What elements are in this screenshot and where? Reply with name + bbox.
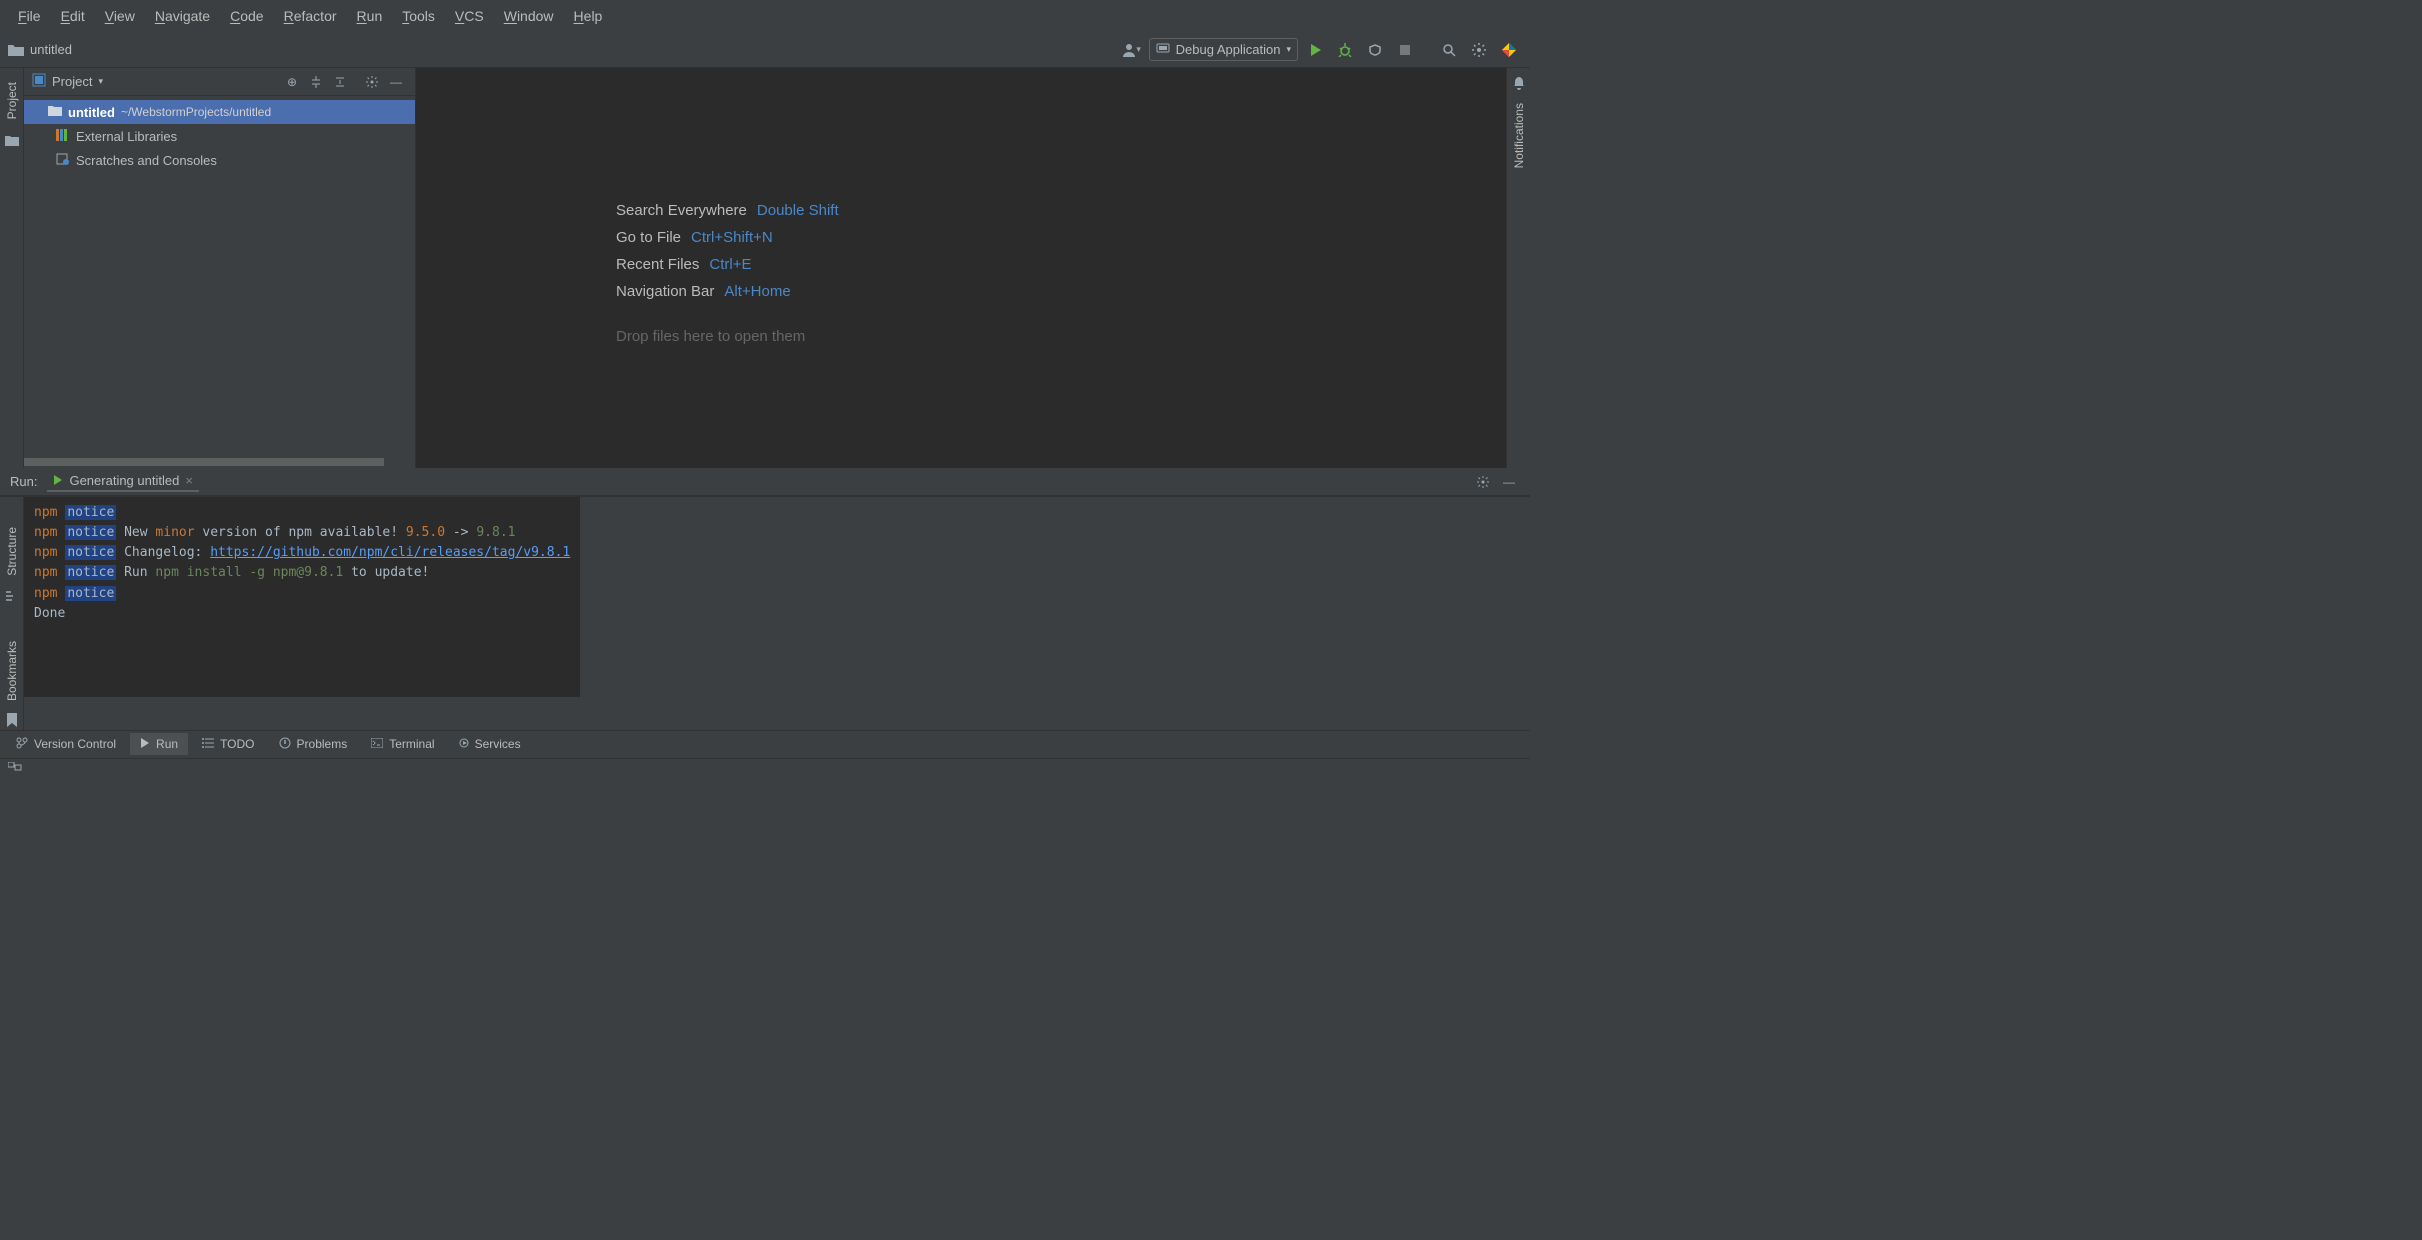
bookmarks-tool-tab[interactable]: Bookmarks <box>3 635 21 707</box>
list-icon <box>202 737 214 751</box>
run-left-rail: Structure Bookmarks <box>0 497 24 730</box>
ext-libs-label: External Libraries <box>76 129 177 144</box>
console-line: npm notice <box>34 584 570 604</box>
bottom-tool-tabs: Version ControlRunTODOProblemsTerminalSe… <box>0 730 1530 758</box>
bottom-tab-services[interactable]: Services <box>449 733 531 755</box>
libraries-icon <box>56 129 70 144</box>
scratches-label: Scratches and Consoles <box>76 153 217 168</box>
menu-refactor[interactable]: Refactor <box>274 4 347 28</box>
run-config-label: Debug Application <box>1176 42 1281 57</box>
run-button[interactable] <box>1302 37 1328 63</box>
external-libraries-node[interactable]: External Libraries <box>24 124 415 148</box>
term-icon <box>371 737 383 751</box>
close-icon[interactable]: × <box>185 473 193 488</box>
collapse-all-icon[interactable] <box>329 71 351 93</box>
windows-icon[interactable] <box>8 762 22 777</box>
right-tool-rail: Notifications <box>1506 68 1530 468</box>
debug-config-icon <box>1156 41 1170 58</box>
menu-edit[interactable]: Edit <box>51 4 95 28</box>
editor-empty-state: Search EverywhereDouble Shift Go to FileC… <box>416 68 1506 468</box>
editor-tip: Search EverywhereDouble Shift <box>616 202 839 219</box>
bottom-tab-run[interactable]: Run <box>130 733 188 755</box>
menubar: FileEditViewNavigateCodeRefactorRunTools… <box>0 0 1530 32</box>
status-bar <box>0 758 1530 780</box>
chevron-down-icon: ▾ <box>1136 44 1141 55</box>
gear-icon[interactable] <box>1472 471 1494 493</box>
svc-icon <box>459 737 469 751</box>
menu-code[interactable]: Code <box>220 4 273 28</box>
expand-all-icon[interactable] <box>305 71 327 93</box>
run-tab[interactable]: Generating untitled × <box>47 471 198 492</box>
debug-button[interactable] <box>1332 37 1358 63</box>
navbar: untitled ▾ Debug Application ▾ <box>0 32 1530 68</box>
bell-icon[interactable] <box>1512 76 1526 93</box>
run-panel-header: Run: Generating untitled × — <box>0 468 1530 496</box>
drop-hint: Drop files here to open them <box>616 328 805 345</box>
chevron-down-icon: ▾ <box>1286 44 1291 55</box>
menu-tools[interactable]: Tools <box>392 4 445 28</box>
bottom-tab-problems[interactable]: Problems <box>269 733 358 756</box>
menu-file[interactable]: File <box>8 4 51 28</box>
console-line: npm notice Run npm install -g npm@9.8.1 … <box>34 563 570 583</box>
menu-vcs[interactable]: VCS <box>445 4 494 28</box>
bookmark-icon <box>7 713 17 730</box>
root-name: untitled <box>68 105 115 120</box>
hide-icon[interactable]: — <box>1498 471 1520 493</box>
run-tab-name: Generating untitled <box>69 473 179 488</box>
settings-icon[interactable] <box>1466 37 1492 63</box>
run-coverage-button[interactable] <box>1362 37 1388 63</box>
play-icon <box>140 737 150 751</box>
hide-icon[interactable]: — <box>385 71 407 93</box>
menu-help[interactable]: Help <box>564 4 613 28</box>
scratches-icon <box>56 153 70 168</box>
left-tool-rail: Project <box>0 68 24 468</box>
console-line: Done <box>34 604 570 624</box>
scratches-node[interactable]: Scratches and Consoles <box>24 148 415 172</box>
menu-window[interactable]: Window <box>494 4 564 28</box>
branch-icon <box>16 737 28 752</box>
project-name: untitled <box>30 42 72 57</box>
horizontal-scrollbar[interactable] <box>24 458 415 468</box>
editor-tip: Go to FileCtrl+Shift+N <box>616 229 839 246</box>
gear-icon[interactable] <box>361 71 383 93</box>
bottom-tab-version-control[interactable]: Version Control <box>6 733 126 756</box>
user-icon[interactable]: ▾ <box>1119 37 1145 63</box>
folder-icon <box>8 43 24 57</box>
editor-tip: Recent FilesCtrl+E <box>616 256 839 273</box>
project-panel-title[interactable]: Project <box>52 74 92 89</box>
bottom-tab-todo[interactable]: TODO <box>192 733 264 755</box>
console-line: npm notice Changelog: https://github.com… <box>34 543 570 563</box>
warn-icon <box>279 737 291 752</box>
notifications-tool-tab[interactable]: Notifications <box>1510 97 1528 174</box>
chevron-down-icon[interactable]: ▾ <box>98 76 103 87</box>
search-icon[interactable] <box>1436 37 1462 63</box>
editor-tip: Navigation BarAlt+Home <box>616 283 839 300</box>
menu-run[interactable]: Run <box>347 4 393 28</box>
project-panel: Project ▾ ⊕ — <box>24 68 416 468</box>
bottom-tab-terminal[interactable]: Terminal <box>361 733 444 755</box>
folder-icon <box>5 135 19 150</box>
menu-view[interactable]: View <box>95 4 145 28</box>
project-tool-tab[interactable]: Project <box>3 76 21 125</box>
menu-navigate[interactable]: Navigate <box>145 4 220 28</box>
jetbrains-icon[interactable] <box>1496 37 1522 63</box>
stop-button[interactable] <box>1392 37 1418 63</box>
structure-icon <box>6 590 18 605</box>
console-line: npm notice New minor version of npm avai… <box>34 523 570 543</box>
structure-tool-tab[interactable]: Structure <box>3 521 21 582</box>
locate-icon[interactable]: ⊕ <box>281 71 303 93</box>
run-panel-label: Run: <box>10 474 37 489</box>
console-output[interactable]: npm noticenpm notice New minor version o… <box>24 497 580 697</box>
folder-icon <box>48 105 62 120</box>
run-configuration-dropdown[interactable]: Debug Application ▾ <box>1149 38 1298 61</box>
project-root-node[interactable]: untitled ~/WebstormProjects/untitled <box>24 100 415 124</box>
play-icon <box>53 473 63 488</box>
console-line: npm notice <box>34 503 570 523</box>
project-view-icon <box>32 73 46 90</box>
root-path: ~/WebstormProjects/untitled <box>121 105 271 119</box>
